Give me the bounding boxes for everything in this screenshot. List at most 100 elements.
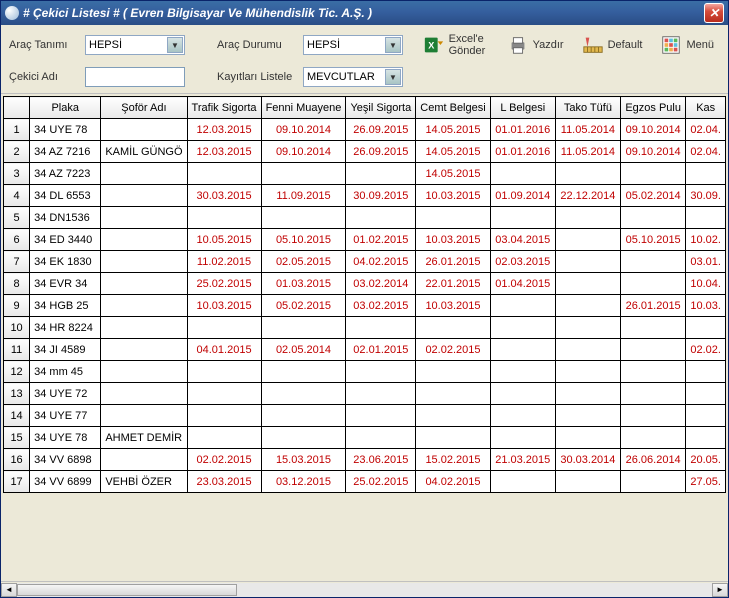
cell-lbel[interactable] [490, 471, 555, 493]
cell-tako[interactable] [555, 361, 620, 383]
cell-tako[interactable]: 30.03.2014 [555, 449, 620, 471]
cell-kas[interactable] [686, 383, 726, 405]
cell-fenni[interactable]: 09.10.2014 [261, 119, 346, 141]
cell-tako[interactable] [555, 273, 620, 295]
cell-trafik[interactable]: 12.03.2015 [187, 141, 261, 163]
table-row[interactable]: 1134 JI 458904.01.201502.05.201402.01.20… [4, 339, 726, 361]
cell-sofor[interactable] [101, 163, 187, 185]
cell-plaka[interactable]: 34 AZ 7223 [30, 163, 101, 185]
cell-cemt[interactable]: 10.03.2015 [416, 185, 490, 207]
cell-lbel[interactable] [490, 317, 555, 339]
cell-egzos[interactable] [620, 471, 685, 493]
cell-lbel[interactable]: 21.03.2015 [490, 449, 555, 471]
cell-trafik[interactable]: 10.05.2015 [187, 229, 261, 251]
cell-egzos[interactable]: 09.10.2014 [620, 141, 685, 163]
cell-yesil[interactable] [346, 163, 416, 185]
cell-egzos[interactable] [620, 427, 685, 449]
cell-tako[interactable] [555, 427, 620, 449]
cell-fenni[interactable] [261, 317, 346, 339]
scroll-left-icon[interactable]: ◄ [1, 583, 17, 597]
cell-plaka[interactable]: 34 HGB 25 [30, 295, 101, 317]
cell-yesil[interactable]: 26.09.2015 [346, 141, 416, 163]
cell-lbel[interactable] [490, 163, 555, 185]
cell-plaka[interactable]: 34 UYE 77 [30, 405, 101, 427]
cell-egzos[interactable] [620, 383, 685, 405]
scroll-thumb[interactable] [17, 584, 237, 596]
cell-yesil[interactable]: 30.09.2015 [346, 185, 416, 207]
cell-yesil[interactable]: 23.06.2015 [346, 449, 416, 471]
cell-yesil[interactable]: 25.02.2015 [346, 471, 416, 493]
cell-fenni[interactable]: 11.09.2015 [261, 185, 346, 207]
cell-kas[interactable]: 10.02. [686, 229, 726, 251]
cell-egzos[interactable] [620, 317, 685, 339]
cell-sofor[interactable]: VEHBİ ÖZER [101, 471, 187, 493]
cell-lbel[interactable]: 02.03.2015 [490, 251, 555, 273]
cell-plaka[interactable]: 34 VV 6898 [30, 449, 101, 471]
table-row[interactable]: 534 DN1536 [4, 207, 726, 229]
cell-lbel[interactable]: 01.01.2016 [490, 141, 555, 163]
cell-yesil[interactable] [346, 405, 416, 427]
cell-sofor[interactable] [101, 119, 187, 141]
cell-trafik[interactable]: 02.02.2015 [187, 449, 261, 471]
cell-plaka[interactable]: 34 EK 1830 [30, 251, 101, 273]
cell-lbel[interactable] [490, 295, 555, 317]
cell-egzos[interactable] [620, 361, 685, 383]
cell-trafik[interactable] [187, 163, 261, 185]
col-tako[interactable]: Tako Tüfü [555, 97, 620, 119]
cell-yesil[interactable] [346, 317, 416, 339]
cell-cemt[interactable]: 04.02.2015 [416, 471, 490, 493]
cell-kas[interactable]: 02.04. [686, 119, 726, 141]
cell-kas[interactable]: 02.02. [686, 339, 726, 361]
cell-plaka[interactable]: 34 HR 8224 [30, 317, 101, 339]
cell-sofor[interactable] [101, 185, 187, 207]
cell-trafik[interactable] [187, 361, 261, 383]
cell-kas[interactable] [686, 163, 726, 185]
cell-yesil[interactable] [346, 207, 416, 229]
col-egzos[interactable]: Egzos Pulu [620, 97, 685, 119]
cell-kas[interactable] [686, 405, 726, 427]
cell-plaka[interactable]: 34 VV 6899 [30, 471, 101, 493]
cell-trafik[interactable]: 04.01.2015 [187, 339, 261, 361]
cell-trafik[interactable] [187, 427, 261, 449]
cell-fenni[interactable] [261, 163, 346, 185]
cell-lbel[interactable] [490, 361, 555, 383]
scroll-right-icon[interactable]: ► [712, 583, 728, 597]
cell-tako[interactable] [555, 339, 620, 361]
cell-tako[interactable] [555, 163, 620, 185]
default-button[interactable]: Default [576, 32, 649, 58]
cell-plaka[interactable]: 34 UYE 78 [30, 427, 101, 449]
cell-plaka[interactable]: 34 JI 4589 [30, 339, 101, 361]
table-row[interactable]: 134 UYE 7812.03.201509.10.201426.09.2015… [4, 119, 726, 141]
cell-tako[interactable]: 11.05.2014 [555, 119, 620, 141]
cell-trafik[interactable]: 25.02.2015 [187, 273, 261, 295]
cell-sofor[interactable] [101, 405, 187, 427]
cell-lbel[interactable] [490, 339, 555, 361]
cell-yesil[interactable]: 02.01.2015 [346, 339, 416, 361]
table-row[interactable]: 1434 UYE 77 [4, 405, 726, 427]
cell-lbel[interactable]: 01.04.2015 [490, 273, 555, 295]
cell-tako[interactable] [555, 317, 620, 339]
cell-kas[interactable]: 27.05. [686, 471, 726, 493]
cekici-adi-input[interactable] [85, 67, 185, 87]
cell-trafik[interactable]: 23.03.2015 [187, 471, 261, 493]
cell-cemt[interactable] [416, 317, 490, 339]
cell-fenni[interactable]: 03.12.2015 [261, 471, 346, 493]
cell-yesil[interactable] [346, 427, 416, 449]
cell-yesil[interactable]: 03.02.2014 [346, 273, 416, 295]
cell-cemt[interactable]: 10.03.2015 [416, 295, 490, 317]
cell-plaka[interactable]: 34 mm 45 [30, 361, 101, 383]
arac-tanimi-combo[interactable]: HEPSİ ▼ [85, 35, 185, 55]
cell-fenni[interactable]: 02.05.2014 [261, 339, 346, 361]
table-row[interactable]: 834 EVR 3425.02.201501.03.201503.02.2014… [4, 273, 726, 295]
kayitlari-listele-combo[interactable]: MEVCUTLAR ▼ [303, 67, 403, 87]
cell-fenni[interactable]: 01.03.2015 [261, 273, 346, 295]
cell-fenni[interactable] [261, 427, 346, 449]
cell-yesil[interactable]: 26.09.2015 [346, 119, 416, 141]
cell-sofor[interactable] [101, 361, 187, 383]
table-row[interactable]: 1034 HR 8224 [4, 317, 726, 339]
col-cemt[interactable]: Cemt Belgesi [416, 97, 490, 119]
table-row[interactable]: 234 AZ 7216KAMİL GÜNGÖ12.03.201509.10.20… [4, 141, 726, 163]
cell-egzos[interactable] [620, 163, 685, 185]
cell-egzos[interactable] [620, 339, 685, 361]
cell-kas[interactable] [686, 427, 726, 449]
